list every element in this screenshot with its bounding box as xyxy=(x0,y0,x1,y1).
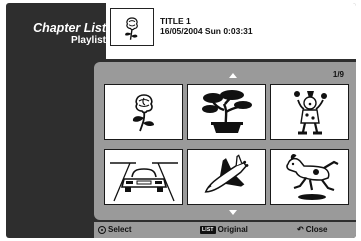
rose-icon xyxy=(132,94,154,132)
chapter-thumbnail-4[interactable] xyxy=(104,149,183,205)
menu-title-sub: Playlist xyxy=(70,35,106,46)
clown-juggler-icon xyxy=(293,91,327,135)
scroll-up-arrow-icon[interactable] xyxy=(229,73,237,78)
menu-title-main: Chapter List xyxy=(33,21,106,35)
scroll-down-arrow-icon[interactable] xyxy=(229,210,237,215)
menu-title: Chapter List Playlist xyxy=(6,21,106,47)
enter-button-icon xyxy=(98,225,106,234)
original-hint: LIST Original xyxy=(200,225,248,234)
return-arrow-icon: ↶ xyxy=(297,225,304,234)
chapter-list-screen: Chapter List Playlist TITLE 1 16/05/2004… xyxy=(6,3,356,238)
rose-icon xyxy=(125,17,138,40)
select-hint: Select xyxy=(98,225,132,234)
close-label: Close xyxy=(305,225,328,234)
button-guide-footer: Select LIST Original ↶ Close xyxy=(94,222,356,238)
page-indicator: 1/9 xyxy=(332,70,344,79)
original-label: Original xyxy=(217,225,248,234)
title-thumbnail xyxy=(110,8,154,46)
title-name: TITLE 1 xyxy=(160,16,191,26)
chapter-thumbnail-3[interactable] xyxy=(270,84,349,140)
title-info-header: TITLE 1 16/05/2004 Sun 0:03:31 xyxy=(106,3,356,59)
car-icon xyxy=(109,162,178,202)
chapter-thumbnail-1[interactable] xyxy=(104,84,183,140)
select-label: Select xyxy=(108,225,132,234)
space-shuttle-icon xyxy=(204,154,248,193)
running-dog-icon xyxy=(285,154,338,200)
chapter-grid-panel: 1/9 xyxy=(94,62,356,220)
list-button-icon: LIST xyxy=(200,225,216,234)
bonsai-tree-icon xyxy=(201,90,252,133)
chapter-thumbnail-6[interactable] xyxy=(270,149,349,205)
chapter-thumbnail-2[interactable] xyxy=(187,84,266,140)
title-date-duration: 16/05/2004 Sun 0:03:31 xyxy=(160,26,253,36)
close-hint: ↶ Close xyxy=(297,225,328,234)
chapter-thumbnail-5[interactable] xyxy=(187,149,266,205)
